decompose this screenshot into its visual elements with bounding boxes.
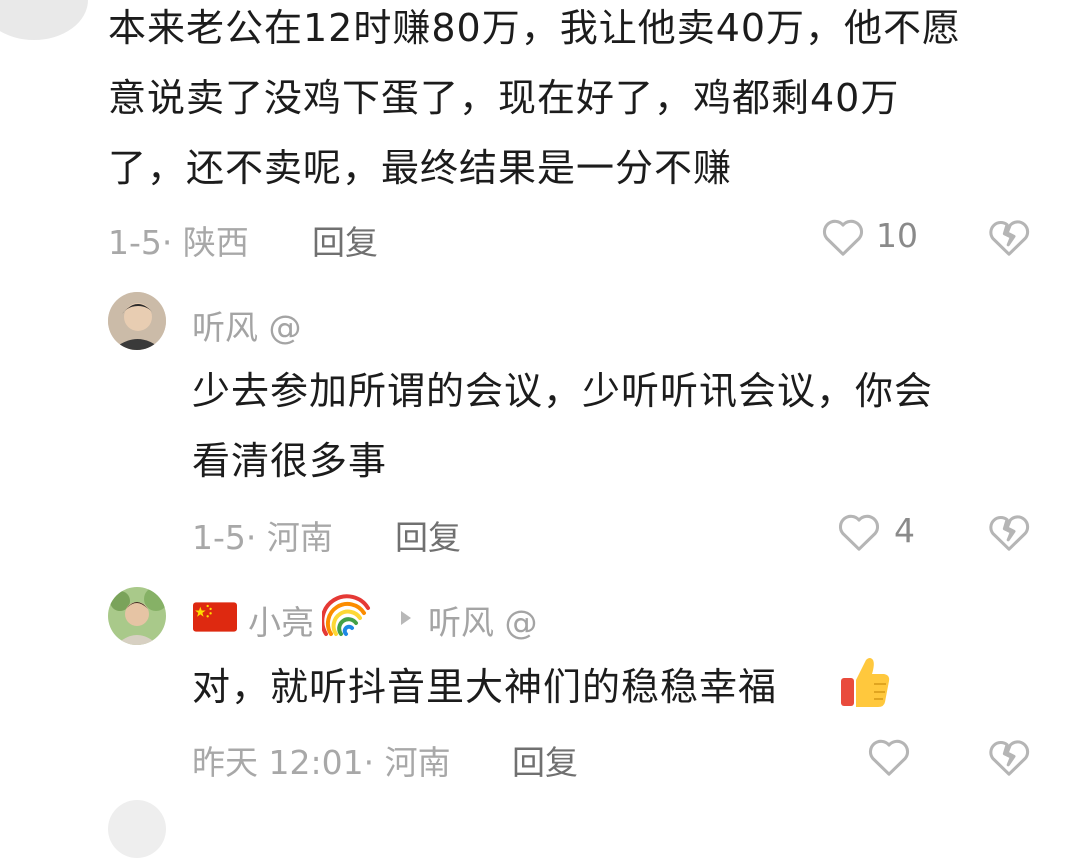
broken-heart-icon[interactable] — [986, 214, 1032, 258]
thumbs-up-icon — [841, 658, 890, 707]
heart-icon — [822, 219, 864, 256]
avatar[interactable] — [108, 292, 166, 350]
comment-text-line: 少去参加所谓的会议，少听听讯会议，你会 — [192, 369, 934, 413]
comment-text: 对，就听抖音里大神们的稳稳幸福 — [192, 665, 778, 709]
like-count: 10 — [876, 216, 918, 255]
reply-button[interactable]: 回复 — [395, 511, 461, 559]
reply-arrow-icon — [401, 611, 411, 625]
avatar-bottom-partial[interactable] — [108, 800, 166, 858]
like-button[interactable]: 4 — [836, 507, 920, 557]
reply-target[interactable]: 听风 @ — [428, 596, 538, 644]
comment-meta: 1-5· 河南 — [192, 518, 333, 557]
comment-author[interactable]: 听风 @ — [192, 301, 302, 349]
like-count: 4 — [894, 511, 915, 550]
comment-text-line: 了，还不卖呢，最终结果是一分不赚 — [108, 146, 733, 190]
heart-icon[interactable] — [866, 734, 912, 778]
like-button[interactable]: 10 — [820, 212, 920, 262]
reply-button[interactable]: 回复 — [512, 736, 578, 784]
reply-button[interactable]: 回复 — [312, 216, 378, 264]
broken-heart-icon[interactable] — [986, 509, 1032, 553]
comment-author[interactable]: 小亮 — [248, 596, 314, 644]
broken-heart-icon[interactable] — [986, 734, 1032, 778]
comment-meta: 昨天 12:01· 河南 — [192, 743, 451, 782]
heart-icon — [838, 514, 880, 551]
avatar[interactable] — [108, 587, 166, 645]
comment-meta: 1-5· 陕西 — [108, 223, 249, 262]
comment-text-line: 本来老公在12时赚80万，我让他卖40万，他不愿 — [108, 6, 962, 50]
comment-text-line: 意说卖了没鸡下蛋了，现在好了，鸡都剩40万 — [108, 76, 900, 120]
avatar-top-partial[interactable] — [0, 0, 88, 40]
rainbow-icon — [322, 594, 370, 636]
china-flag-icon — [193, 602, 237, 632]
comment-text-line: 看清很多事 — [192, 439, 388, 483]
